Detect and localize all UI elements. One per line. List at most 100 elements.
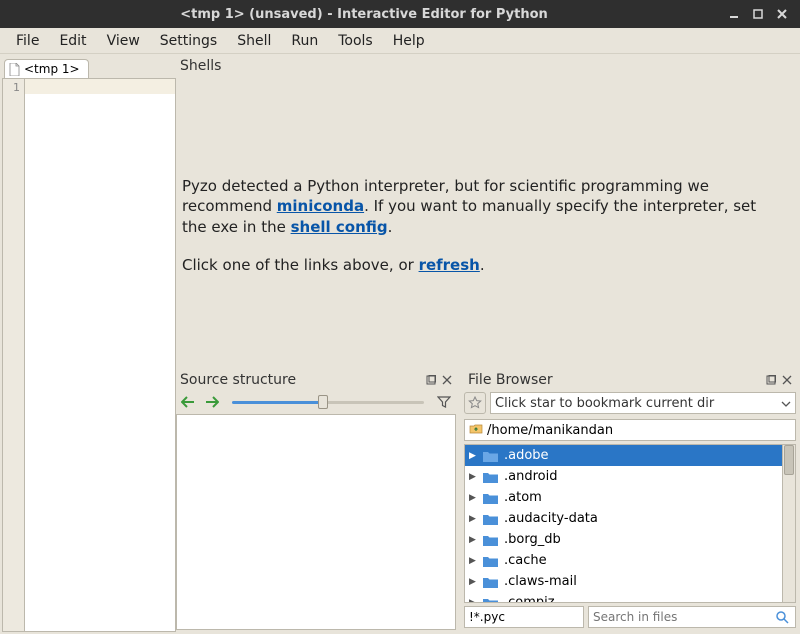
window-minimize-button[interactable] xyxy=(722,4,746,24)
folder-icon xyxy=(483,597,498,604)
source-toolbar xyxy=(176,390,456,414)
bookmark-star-button[interactable] xyxy=(464,392,486,414)
file-row-label: .atom xyxy=(504,490,542,505)
source-panel-header: Source structure xyxy=(176,368,456,390)
file-list[interactable]: ▶.adobe▶.android▶.atom▶.audacity-data▶.b… xyxy=(464,444,796,603)
file-filter-input[interactable] xyxy=(464,606,584,628)
folder-icon xyxy=(483,492,498,504)
source-close-button[interactable] xyxy=(440,373,454,387)
source-forward-button[interactable] xyxy=(202,392,222,412)
file-row-label: .adobe xyxy=(504,448,549,463)
source-tree[interactable] xyxy=(176,414,456,630)
scrollbar-thumb[interactable] xyxy=(784,445,794,475)
magnifier-icon xyxy=(775,610,789,624)
menu-edit[interactable]: Edit xyxy=(49,30,96,52)
file-row-label: .borg_db xyxy=(504,532,561,547)
file-row[interactable]: ▶ .claws-mail xyxy=(465,571,795,592)
source-back-button[interactable] xyxy=(178,392,198,412)
source-depth-slider[interactable] xyxy=(232,393,424,411)
expand-triangle-icon[interactable]: ▶ xyxy=(469,451,477,461)
link-shell-config[interactable]: shell config xyxy=(291,218,388,236)
shells-message-1: Pyzo detected a Python interpreter, but … xyxy=(182,176,776,237)
path-input[interactable]: /home/manikandan xyxy=(464,419,796,441)
menu-file[interactable]: File xyxy=(6,30,49,52)
menu-run[interactable]: Run xyxy=(281,30,328,52)
expand-triangle-icon[interactable]: ▶ xyxy=(469,472,477,482)
shells-panel-header: Shells xyxy=(176,54,796,76)
file-browser-title: File Browser xyxy=(468,372,553,388)
folder-icon xyxy=(483,576,498,588)
search-button[interactable] xyxy=(773,610,791,624)
folder-icon xyxy=(483,555,498,567)
bookmark-combo[interactable]: Click star to bookmark current dir xyxy=(490,392,796,414)
expand-triangle-icon[interactable]: ▶ xyxy=(469,493,477,503)
expand-triangle-icon[interactable]: ▶ xyxy=(469,577,477,587)
line-number: 1 xyxy=(3,81,20,94)
source-panel-title: Source structure xyxy=(180,372,296,388)
main-area: <tmp 1> 1 Shells Pyzo detected a Python … xyxy=(0,54,800,634)
menu-shell[interactable]: Shell xyxy=(227,30,281,52)
folder-icon xyxy=(483,471,498,483)
file-browser-bottom xyxy=(464,606,796,630)
file-search-field[interactable] xyxy=(593,610,773,624)
caret-down-icon xyxy=(781,396,791,411)
expand-triangle-icon[interactable]: ▶ xyxy=(469,556,477,566)
link-refresh[interactable]: refresh xyxy=(419,256,480,274)
shells-message-2: Click one of the links above, or refresh… xyxy=(182,255,776,275)
slider-thumb[interactable] xyxy=(318,395,328,409)
editor-content[interactable] xyxy=(25,79,175,631)
window-titlebar: <tmp 1> (unsaved) - Interactive Editor f… xyxy=(0,0,800,28)
bookmark-combo-text: Click star to bookmark current dir xyxy=(495,396,714,411)
file-row[interactable]: ▶.audacity-data xyxy=(465,508,795,529)
file-row[interactable]: ▶ .adobe xyxy=(465,445,795,466)
star-icon xyxy=(468,396,482,410)
document-icon xyxy=(9,63,20,76)
file-browser-close-button[interactable] xyxy=(780,373,794,387)
menu-tools[interactable]: Tools xyxy=(328,30,383,52)
source-structure-panel: Source structure xyxy=(176,368,456,630)
bottom-panels: Source structure xyxy=(176,368,796,630)
window-title: <tmp 1> (unsaved) - Interactive Editor f… xyxy=(6,7,722,22)
file-row-label: .cache xyxy=(504,553,547,568)
file-search-input[interactable] xyxy=(588,606,796,628)
folder-icon xyxy=(483,450,498,462)
source-filter-button[interactable] xyxy=(434,392,454,412)
editor-tab-label: <tmp 1> xyxy=(24,62,80,76)
expand-triangle-icon[interactable]: ▶ xyxy=(469,535,477,545)
file-row-label: .compiz xyxy=(504,595,555,603)
file-list-scrollbar[interactable] xyxy=(782,445,795,602)
source-float-button[interactable] xyxy=(424,373,438,387)
editor-gutter: 1 xyxy=(3,79,25,631)
file-row-label: .claws-mail xyxy=(504,574,577,589)
folder-icon xyxy=(483,513,498,525)
shells-panel-body: Pyzo detected a Python interpreter, but … xyxy=(176,76,796,368)
file-row[interactable]: ▶ .android xyxy=(465,466,795,487)
file-row[interactable]: ▶ .atom xyxy=(465,487,795,508)
file-row[interactable]: ▶ .borg_db xyxy=(465,529,795,550)
file-browser-header: File Browser xyxy=(464,368,796,390)
folder-up-icon[interactable] xyxy=(469,421,483,439)
funnel-icon xyxy=(437,395,451,409)
file-row[interactable]: ▶ .cache xyxy=(465,550,795,571)
menu-settings[interactable]: Settings xyxy=(150,30,227,52)
file-row-label: .android xyxy=(504,469,557,484)
menu-view[interactable]: View xyxy=(97,30,150,52)
editor-tabs: <tmp 1> xyxy=(0,54,176,78)
link-miniconda[interactable]: miniconda xyxy=(277,197,364,215)
folder-icon xyxy=(483,534,498,546)
editor-column: <tmp 1> 1 xyxy=(0,54,176,634)
window-close-button[interactable] xyxy=(770,4,794,24)
window-maximize-button[interactable] xyxy=(746,4,770,24)
right-column: Shells Pyzo detected a Python interprete… xyxy=(176,54,800,634)
file-browser-toolbar: Click star to bookmark current dir xyxy=(464,390,796,416)
menu-bar: File Edit View Settings Shell Run Tools … xyxy=(0,28,800,54)
file-browser-float-button[interactable] xyxy=(764,373,778,387)
expand-triangle-icon[interactable]: ▶ xyxy=(469,514,477,524)
code-editor[interactable]: 1 xyxy=(2,78,176,632)
shells-panel-title: Shells xyxy=(180,58,221,74)
editor-tab-tmp1[interactable]: <tmp 1> xyxy=(4,59,89,78)
file-row[interactable]: ▶ .compiz xyxy=(465,592,795,603)
menu-help[interactable]: Help xyxy=(383,30,435,52)
current-line-highlight xyxy=(25,79,175,94)
expand-triangle-icon[interactable]: ▶ xyxy=(469,598,477,604)
